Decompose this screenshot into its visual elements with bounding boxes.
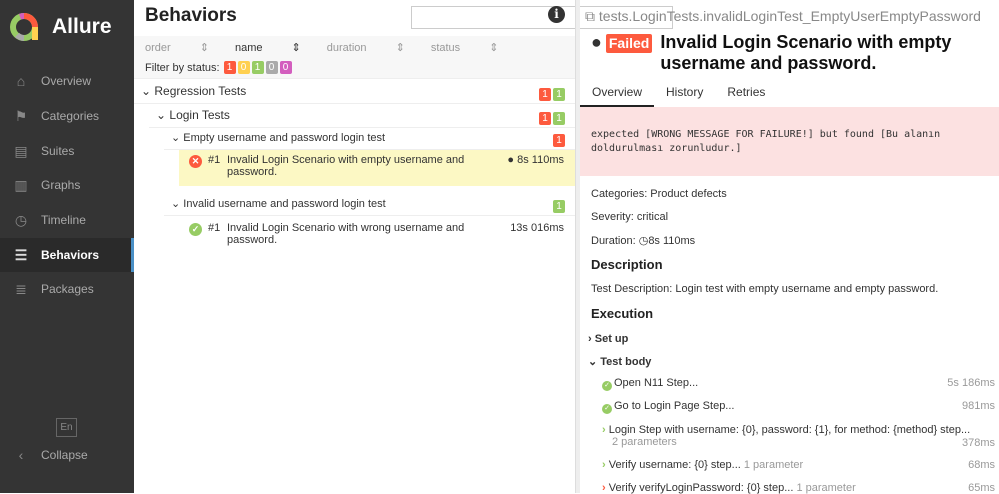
- step-row[interactable]: ✓ Open N11 Step... 5s 186ms: [602, 377, 997, 391]
- sort-status[interactable]: status ⇕: [431, 41, 499, 54]
- setup-toggle[interactable]: › Set up: [588, 333, 628, 345]
- sort-filter-bar: order ⇕ name ⇕ duration ⇕ status ⇕ Filte…: [134, 36, 575, 79]
- filter-failed[interactable]: 1: [223, 61, 236, 74]
- test-title: Invalid Login Scenario with empty userna…: [660, 32, 952, 73]
- sidebar-item-label: Timeline: [41, 213, 86, 227]
- home-icon: ⌂: [16, 73, 26, 89]
- filter-skipped[interactable]: 0: [265, 61, 278, 74]
- sidebar: Allure ⌂ Overview ⚑ Categories ▤ Suites ▥ Gr…: [0, 0, 134, 493]
- info-icon[interactable]: i: [548, 6, 565, 23]
- test-body-toggle[interactable]: ⌄ Test body: [588, 355, 651, 368]
- flaky-bomb-icon: ●: [507, 154, 515, 166]
- app-name: Allure: [52, 15, 112, 38]
- sidebar-item-overview[interactable]: ⌂ Overview: [0, 64, 134, 98]
- sidebar-item-timeline[interactable]: ◷ Timeline: [0, 203, 134, 237]
- sidebar-item-suites[interactable]: ▤ Suites: [0, 134, 134, 168]
- flag-icon: ⚑: [14, 108, 28, 124]
- duration-label: Duration:: [591, 235, 636, 247]
- tree-group-invalid[interactable]: ⌄ Invalid username and password login te…: [164, 194, 575, 216]
- chevron-right-icon: ›: [602, 424, 606, 436]
- list-icon: ☰: [14, 247, 28, 263]
- filter-broken[interactable]: 0: [237, 61, 250, 74]
- page-title: Behaviors: [145, 5, 237, 26]
- sidebar-item-behaviors[interactable]: ☰ Behaviors: [0, 238, 134, 272]
- sidebar-item-graphs[interactable]: ▥ Graphs: [0, 168, 134, 202]
- sidebar-item-label: Packages: [41, 282, 94, 296]
- filter-passed[interactable]: 1: [251, 61, 264, 74]
- tree-group-login[interactable]: ⌄ Login Tests 11: [149, 104, 575, 128]
- tree-group-regression[interactable]: ⌄ Regression Tests 11: [134, 80, 575, 104]
- error-message: expected [WRONG MESSAGE FOR FAILURE!] bu…: [580, 107, 999, 176]
- chevron-right-icon: ›: [602, 482, 606, 494]
- bar-chart-icon: ▥: [14, 177, 28, 193]
- test-uid: tests.LoginTests.invalidLoginTest_EmptyU…: [598, 8, 981, 24]
- tab-overview[interactable]: Overview: [580, 78, 655, 107]
- sidebar-item-label: Graphs: [41, 178, 81, 192]
- test-row-passed[interactable]: ✓ #1 Invalid Login Scenario with wrong u…: [179, 218, 575, 254]
- categories: Categories: Product defects: [591, 188, 727, 200]
- allure-logo[interactable]: Allure: [8, 10, 112, 44]
- severity: Severity: critical: [591, 211, 669, 223]
- description-text: Test Description: Login test with empty …: [591, 283, 939, 295]
- sidebar-item-label: Overview: [41, 74, 92, 88]
- allure-logo-icon: [10, 13, 38, 41]
- stack-icon: ≣: [15, 281, 27, 297]
- briefcase-icon: ▤: [14, 143, 28, 159]
- tab-history[interactable]: History: [654, 78, 715, 107]
- collapse-label: Collapse: [41, 448, 88, 462]
- tab-retries[interactable]: Retries: [715, 78, 777, 107]
- sort-order[interactable]: order ⇕: [145, 41, 209, 54]
- sidebar-item-label: Categories: [41, 109, 100, 123]
- tree-group-empty[interactable]: ⌄ Empty username and password login test…: [164, 128, 575, 150]
- status-badge: Failed: [605, 34, 653, 53]
- chevron-right-icon: ›: [602, 459, 606, 471]
- test-row-failed[interactable]: ✕ #1 Invalid Login Scenario with empty u…: [179, 150, 575, 186]
- copy-icon[interactable]: ⧉: [585, 8, 595, 24]
- step-row[interactable]: › Login Step with username: {0}, passwor…: [602, 424, 997, 449]
- clock-icon: ◷: [638, 235, 649, 247]
- sidebar-item-label: Behaviors: [41, 248, 100, 262]
- step-row[interactable]: › Verify username: {0} step... 1 paramet…: [602, 459, 997, 471]
- step-row[interactable]: ✓ Go to Login Page Step... 981ms: [602, 400, 997, 414]
- chevron-left-icon: ‹: [18, 447, 24, 463]
- step-row[interactable]: › Verify verifyLoginPassword: {0} step..…: [602, 482, 997, 494]
- sidebar-item-packages[interactable]: ≣ Packages: [0, 272, 134, 306]
- failed-icon: ✕: [189, 155, 202, 168]
- behaviors-panel: Behaviors i order ⇕ name ⇕ duration ⇕ st…: [134, 0, 673, 493]
- passed-icon: ✓: [602, 381, 612, 391]
- collapse-button[interactable]: ‹ Collapse: [0, 438, 134, 472]
- sidebar-item-label: Suites: [41, 144, 75, 158]
- filter-label: Filter by status:: [145, 61, 220, 74]
- execution-heading: Execution: [591, 306, 654, 321]
- sidebar-item-categories[interactable]: ⚑ Categories: [0, 99, 134, 133]
- clock-icon: ◷: [14, 212, 28, 228]
- filter-unknown[interactable]: 0: [279, 61, 292, 74]
- test-details-panel: ⧉ tests.LoginTests.invalidLoginTest_Empt…: [580, 0, 999, 494]
- flaky-bomb-icon: ●: [591, 32, 602, 52]
- sort-duration[interactable]: duration ⇕: [327, 41, 405, 54]
- sort-name[interactable]: name ⇕: [235, 41, 301, 54]
- duration-value: 8s 110ms: [648, 235, 696, 247]
- passed-icon: ✓: [189, 223, 202, 236]
- language-button[interactable]: En: [56, 418, 77, 437]
- description-heading: Description: [591, 257, 663, 272]
- passed-icon: ✓: [602, 404, 612, 414]
